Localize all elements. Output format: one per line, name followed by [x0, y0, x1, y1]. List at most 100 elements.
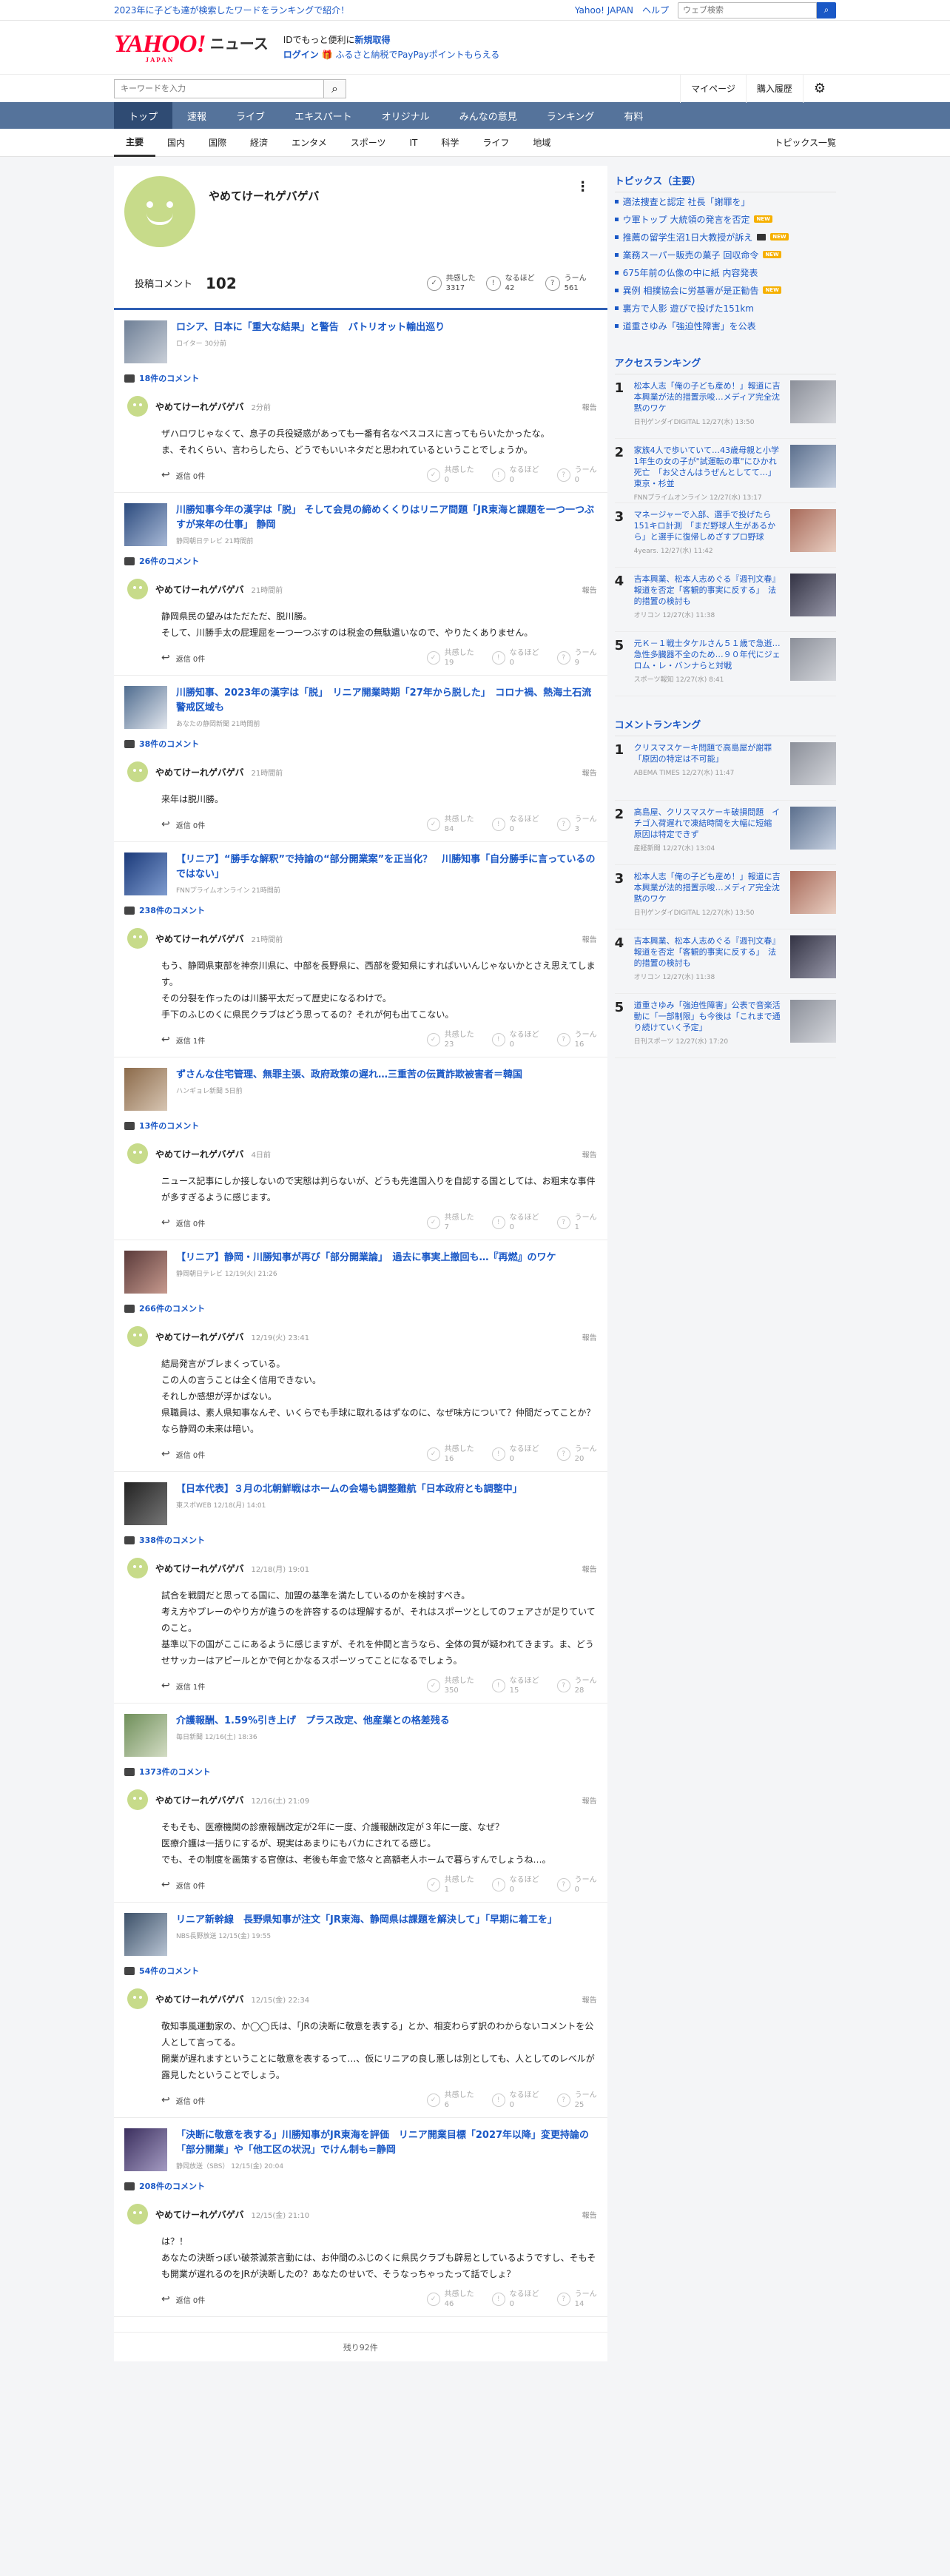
comment-author[interactable]: やめてけーれゲバゲバ [155, 2208, 244, 2221]
report-link[interactable]: 報告 [582, 1994, 597, 2005]
gear-icon[interactable]: ⚙ [802, 74, 836, 103]
report-link[interactable]: 報告 [582, 933, 597, 944]
article-title[interactable]: 【日本代表】３月の北朝鮮戦はホームの会場も調整難航「日本政府とも調整中」 [176, 1482, 522, 1497]
reply-button[interactable]: ↩ 返信 0件 [161, 818, 205, 830]
comment-count-link[interactable]: 38件のコメント [114, 733, 607, 756]
comment-author[interactable]: やめてけーれゲバゲバ [155, 1148, 244, 1160]
empathy-button[interactable]: ✓ 共感した 0 [426, 465, 474, 485]
category-economy[interactable]: 経済 [238, 129, 280, 157]
nav-ranking[interactable]: ランキング [532, 102, 610, 129]
article-title[interactable]: 【リニア】静岡・川勝知事が再び「部分開業論」 過去に事実上撤回も…『再燃』のワケ [176, 1251, 556, 1265]
article-link[interactable]: 「決断に敬意を表する」川勝知事がJR東海を評価 リニア開業目標「2027年以降」… [114, 2118, 607, 2176]
topic-item[interactable]: 業務スーパー販売の菓子 回収命令 NEW [614, 246, 836, 263]
category-entertainment[interactable]: エンタメ [280, 129, 339, 157]
comment-count[interactable]: 26件のコメント [139, 555, 199, 567]
naruhodo-button[interactable]: ! なるほど 0 [491, 815, 539, 834]
reply-button[interactable]: ↩ 返信 0件 [161, 1879, 205, 1891]
history-link[interactable]: 購入履歴 [745, 74, 803, 103]
nav-opinion[interactable]: みんなの意見 [445, 102, 532, 129]
comment-author[interactable]: やめてけーれゲバゲバ [155, 932, 244, 945]
report-link[interactable]: 報告 [582, 1149, 597, 1160]
report-link[interactable]: 報告 [582, 584, 597, 595]
ranking-item[interactable]: 2 高島屋、クリスマスケーキ破損問題 イチゴ入荷遅れで凍結時間を大幅に短縮 原因… [614, 801, 836, 865]
category-domestic[interactable]: 国内 [155, 129, 197, 157]
comment-count[interactable]: 13件のコメント [139, 1120, 199, 1131]
ranking-title[interactable]: マネージャーで入部、選手で投げたら151キロ計測 「まだ野球人生があるから」と選… [634, 509, 783, 542]
login-link[interactable]: ログイン [283, 50, 319, 60]
comment-author[interactable]: やめてけーれゲバゲバ [155, 1794, 244, 1806]
reply-button[interactable]: ↩ 返信 0件 [161, 2094, 205, 2106]
topic-item[interactable]: 異例 相撲協会に労基署が是正勧告 NEW [614, 281, 836, 299]
un-button[interactable]: ? うーん 0 [556, 1875, 597, 1894]
comment-count[interactable]: 1373件のコメント [139, 1766, 211, 1778]
article-link[interactable]: 【リニア】静岡・川勝知事が再び「部分開業論」 過去に事実上撤回も…『再燃』のワケ… [114, 1240, 607, 1298]
naruhodo-button[interactable]: ! なるほど 0 [491, 2290, 539, 2309]
comment-count[interactable]: 38件のコメント [139, 738, 199, 750]
nav-paid[interactable]: 有料 [609, 102, 658, 129]
article-link[interactable]: ずさんな住宅管理、無罪主張、政府政策の遅れ…三重苦の伝貰詐欺被害者＝韓国 ハンギ… [114, 1057, 607, 1115]
article-title[interactable]: 介護報酬、1.59%引き上げ プラス改定、他産業との格差残る [176, 1714, 450, 1729]
article-link[interactable]: リニア新幹線 長野県知事が注文「JR東海、静岡県は課題を解決して」「早期に着工を… [114, 1903, 607, 1960]
article-link[interactable]: 川勝知事今年の漢字は「脱」 そして会見の締めくくりはリニア問題「JR東海と課題を… [114, 493, 607, 551]
comment-count-link[interactable]: 266件のコメント [114, 1298, 607, 1320]
article-link[interactable]: 介護報酬、1.59%引き上げ プラス改定、他産業との格差残る 毎日新聞 12/1… [114, 1704, 607, 1761]
ranking-title[interactable]: 元Ｋ－１戦士タケルさん５１歳で急逝…急性多臓器不全のため…９０年代にジェロム・レ… [634, 638, 783, 671]
comment-author[interactable]: やめてけーれゲバゲバ [155, 400, 244, 413]
un-button[interactable]: ? うーん 3 [556, 815, 597, 834]
nav-live[interactable]: ライブ [221, 102, 280, 129]
reply-button[interactable]: ↩ 返信 0件 [161, 1217, 205, 1228]
article-title[interactable]: 川勝知事、2023年の漢字は「脱」 リニア開業時期「27年から脱した」 コロナ禍… [176, 686, 599, 716]
empathy-button[interactable]: ✓ 共感した 350 [426, 1676, 474, 1695]
help-link[interactable]: ヘルプ [642, 4, 669, 16]
web-search-input[interactable] [678, 1, 817, 19]
un-button[interactable]: ? うーん 28 [556, 1676, 597, 1695]
comment-count-link[interactable]: 338件のコメント [114, 1530, 607, 1552]
ranking-title[interactable]: クリスマスケーキ問題で高島屋が謝罪「原因の特定は不可能」 [634, 742, 783, 764]
naruhodo-button[interactable]: ! なるほど 0 [491, 1875, 539, 1894]
register-link[interactable]: 新規取得 [355, 35, 391, 45]
reply-button[interactable]: ↩ 返信 0件 [161, 1448, 205, 1460]
comment-count-link[interactable]: 18件のコメント [114, 368, 607, 390]
un-button[interactable]: ? うーん 16 [556, 1030, 597, 1049]
ranking-item[interactable]: 4 吉本興業、松本人志めぐる『週刊文春』報道を否定「客観的事実に反する」 法的措… [614, 929, 836, 994]
ranking-title[interactable]: 吉本興業、松本人志めぐる『週刊文春』報道を否定「客観的事実に反する」 法的措置の… [634, 574, 783, 607]
topic-title[interactable]: 裏方で人影 遊びで投げた151km [623, 302, 754, 315]
topic-item[interactable]: 675年前の仏像の中に紙 内容発表 [614, 263, 836, 281]
article-title[interactable]: 「決断に敬意を表する」川勝知事がJR東海を評価 リニア開業目標「2027年以降」… [176, 2128, 599, 2158]
comment-count-link[interactable]: 26件のコメント [114, 551, 607, 573]
topic-title[interactable]: 推薦の留学生沼1日大教授が訴え [623, 231, 753, 243]
naruhodo-button[interactable]: ! なるほど 15 [491, 1676, 539, 1695]
reply-button[interactable]: ↩ 返信 0件 [161, 469, 205, 481]
comment-author[interactable]: やめてけーれゲバゲバ [155, 1331, 244, 1343]
mypage-link[interactable]: マイページ [680, 74, 746, 103]
topic-title[interactable]: 異例 相撲協会に労基署が是正勧告 [623, 284, 759, 297]
article-title[interactable]: ずさんな住宅管理、無罪主張、政府政策の遅れ…三重苦の伝貰詐欺被害者＝韓国 [176, 1068, 522, 1083]
category-local[interactable]: 地域 [521, 129, 562, 157]
ranking-title[interactable]: 松本人志「俺の子ども産め！」報道に吉本興業が法的措置示唆…メディア完全沈黙のワケ [634, 871, 783, 904]
category-it[interactable]: IT [397, 129, 429, 157]
topic-title[interactable]: 675年前の仏像の中に紙 内容発表 [623, 266, 758, 279]
reply-button[interactable]: ↩ 返信 0件 [161, 2293, 205, 2305]
un-button[interactable]: ? うーん 9 [556, 648, 597, 667]
topic-title[interactable]: ウ軍トップ 大統領の発言を否定 [623, 213, 750, 226]
comment-author[interactable]: やめてけーれゲバゲバ [155, 583, 244, 596]
comment-count-link[interactable]: 238件のコメント [114, 900, 607, 922]
report-link[interactable]: 報告 [582, 1563, 597, 1574]
category-life[interactable]: ライフ [471, 129, 521, 157]
reply-button[interactable]: ↩ 返信 0件 [161, 652, 205, 664]
empathy-button[interactable]: ✓ 共感した 16 [426, 1445, 474, 1464]
comment-count[interactable]: 18件のコメント [139, 372, 199, 384]
report-link[interactable]: 報告 [582, 1331, 597, 1342]
nav-breaking[interactable]: 速報 [172, 102, 221, 129]
topics-list-link[interactable]: トピックス一覧 [774, 136, 836, 149]
ranking-item[interactable]: 3 マネージャーで入部、選手で投げたら151キロ計測 「まだ野球人生があるから」… [614, 503, 836, 568]
comment-count-link[interactable]: 208件のコメント [114, 2176, 607, 2198]
topic-title[interactable]: 道重さゆみ「強迫性障害」を公表 [623, 320, 756, 332]
comment-count[interactable]: 208件のコメント [139, 2180, 205, 2192]
ranking-item[interactable]: 5 道重さゆみ「強迫性障害」公表で音楽活動に「一部制限」も今後は「これまで通り続… [614, 994, 836, 1058]
category-international[interactable]: 国際 [197, 129, 238, 157]
empathy-button[interactable]: ✓ 共感した 1 [426, 1875, 474, 1894]
comment-count[interactable]: 338件のコメント [139, 1534, 205, 1546]
article-link[interactable]: 【リニア】“勝手な解釈”で持論の“部分開業案”を正当化？ 川勝知事「自分勝手に言… [114, 842, 607, 900]
keyword-input[interactable] [114, 78, 324, 98]
